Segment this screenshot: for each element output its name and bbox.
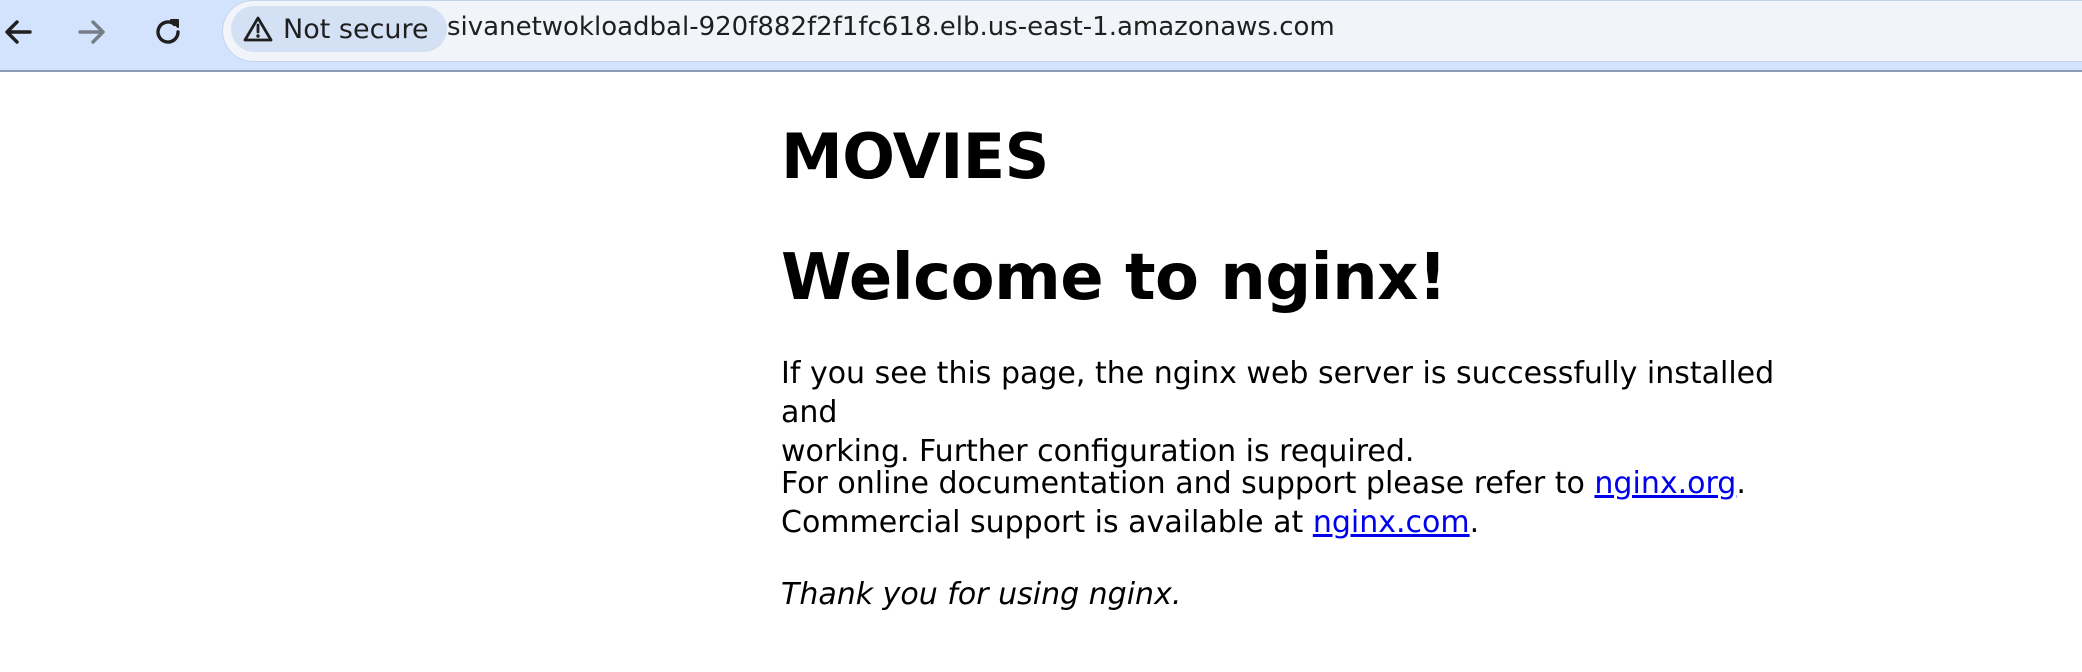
address-bar[interactable]: Not secure sivanetwokloadbal-920f882f2f1… (222, 0, 2082, 62)
welcome-heading: Welcome to nginx! (781, 241, 1447, 315)
url-text[interactable]: sivanetwokloadbal-920f882f2f1fc618.elb.u… (447, 10, 1335, 44)
arrow-right-icon (78, 20, 105, 44)
browser-toolbar: Not secure sivanetwokloadbal-920f882f2f1… (0, 0, 2082, 72)
reload-button[interactable] (140, 6, 196, 58)
thank-you-text: Thank you for using nginx. (781, 577, 1182, 612)
support-text-prefix: For online documentation and support ple… (781, 466, 1595, 501)
reload-icon (156, 19, 180, 44)
security-indicator[interactable]: Not secure (231, 6, 447, 52)
forward-button[interactable] (64, 6, 120, 58)
commercial-text-prefix: Commercial support is available at (781, 505, 1313, 540)
back-button[interactable] (0, 6, 46, 58)
nginx-com-link[interactable]: nginx.com (1313, 505, 1470, 540)
page-title: MOVIES (781, 120, 1049, 193)
support-paragraph: For online documentation and support ple… (781, 464, 1781, 542)
intro-line-1: If you see this page, the nginx web serv… (781, 356, 1775, 430)
security-label: Not secure (283, 13, 429, 45)
intro-paragraph: If you see this page, the nginx web serv… (781, 354, 1781, 471)
warning-triangle-icon (243, 16, 273, 42)
support-text-period: . (1736, 466, 1746, 501)
commercial-text-period: . (1469, 505, 1480, 540)
nginx-org-link[interactable]: nginx.org (1594, 466, 1736, 501)
arrow-left-icon (5, 20, 32, 44)
